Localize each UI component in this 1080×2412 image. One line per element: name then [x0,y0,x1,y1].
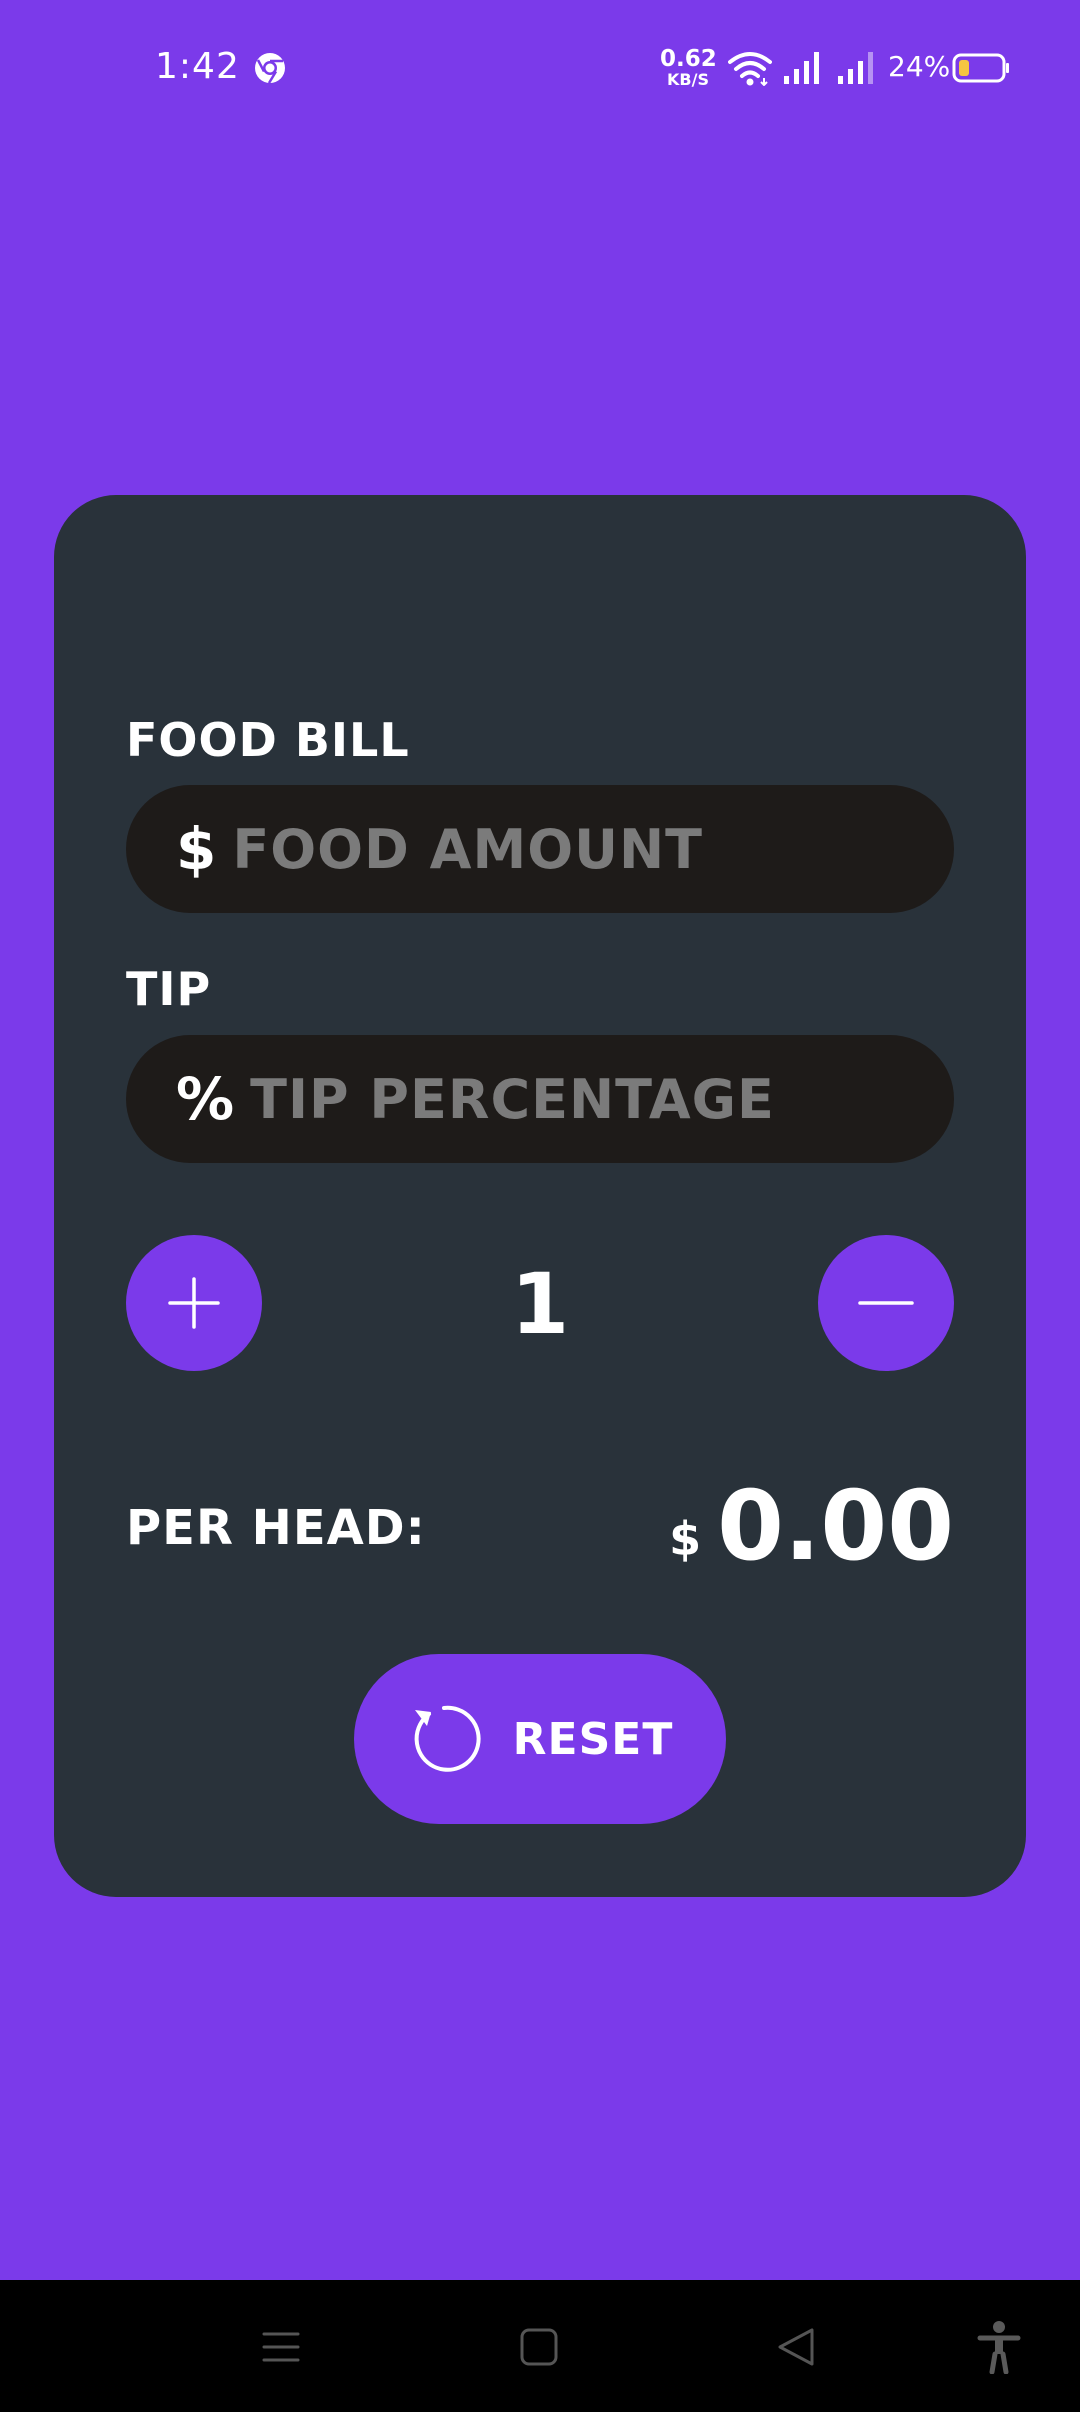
food-amount-field[interactable]: $ [126,785,954,913]
refresh-icon [414,1705,481,1772]
per-head-value: $ 0.00 [669,1478,954,1574]
menu-button[interactable] [258,2324,304,2370]
home-icon [520,2328,558,2366]
tip-percentage-field[interactable]: % [126,1035,954,1163]
navigation-bar [0,2280,1080,2412]
decrease-people-button[interactable] [818,1235,954,1371]
wifi-icon [728,52,772,86]
menu-icon [262,2332,300,2362]
signal-icon [838,52,873,84]
home-button[interactable] [516,2324,562,2370]
chrome-icon [255,53,285,84]
percent-prefix: % [176,1065,235,1133]
food-bill-label: FOOD BILL [126,713,410,767]
network-speed-value: 0.62 [660,46,717,72]
per-head-currency: $ [669,1512,702,1566]
battery-percent: 24% [888,50,951,83]
network-speed-unit: KB/S [667,70,709,89]
per-head-label: PER HEAD: [126,1500,426,1556]
network-speed: 0.62 KB/S [660,46,717,89]
reset-button[interactable]: RESET [354,1654,726,1824]
increase-people-button[interactable] [126,1235,262,1371]
status-bar: 1:42 0.62 KB/S 24% [0,0,1080,140]
accessibility-button[interactable] [974,2320,1024,2375]
people-count: 1 [510,1255,570,1353]
signal-icon [784,52,819,84]
food-amount-input[interactable] [232,817,873,881]
back-button[interactable] [774,2324,820,2370]
status-time: 1:42 [155,46,240,87]
per-head-amount: 0.00 [717,1470,954,1582]
tip-label: TIP [126,962,212,1016]
plus-icon [168,1277,220,1329]
battery-icon [952,53,1009,83]
dollar-prefix: $ [176,815,217,883]
reset-label: RESET [512,1713,674,1765]
minus-icon [858,1301,914,1305]
tip-percentage-input[interactable] [250,1067,891,1131]
back-icon [778,2328,814,2366]
tip-calculator-screen: 1:42 0.62 KB/S 24% FOOD BILL $ FOOD AMOU… [0,0,1080,2412]
accessibility-icon [977,2321,1021,2375]
